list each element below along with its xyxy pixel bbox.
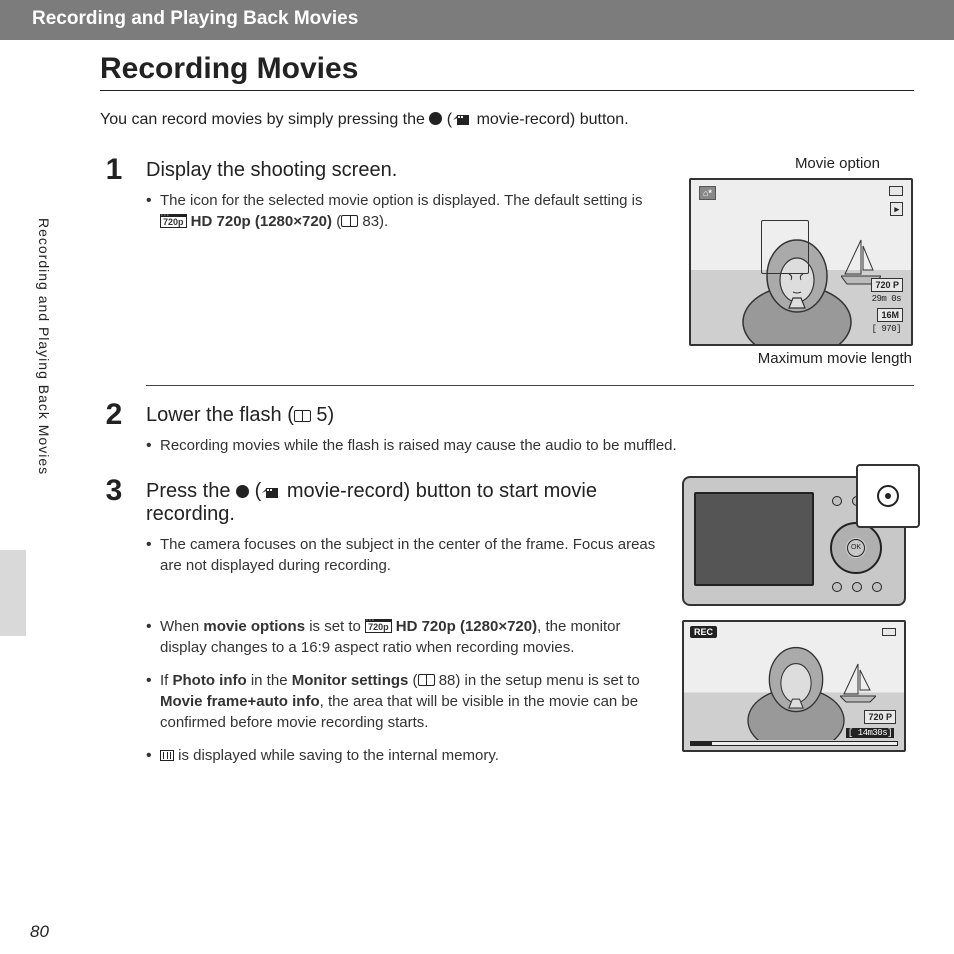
sailboat-illustration [840, 660, 876, 704]
movie-camera-icon [261, 486, 281, 500]
scene-mode-icon: ⌂* [699, 186, 716, 200]
step-number: 3 [100, 476, 128, 506]
battery-icon [889, 186, 903, 196]
step-heading: Display the shooting screen. [146, 159, 671, 182]
16m-indicator: 16M [877, 308, 903, 322]
small-button [832, 582, 842, 592]
movie-camera-icon [452, 113, 472, 127]
step-2: 2 Lower the flash ( 5) Recording movies … [100, 400, 914, 468]
page-title: Recording Movies [100, 52, 914, 86]
step2-bullet: Recording movies while the flash is rais… [146, 435, 914, 456]
record-button-icon [877, 485, 899, 507]
step3-bullet-b: When movie options is set to ···720p HD … [146, 616, 664, 658]
record-dot-icon [236, 485, 249, 498]
manual-page-icon [418, 674, 435, 686]
step3-bullet-c: If Photo info in the Monitor settings ( … [146, 670, 664, 733]
720p-indicator: 720 P [871, 278, 903, 292]
lcd-preview: ▸ 720 P 29m 0s 16M [ 970] ⌂* [689, 178, 913, 346]
side-section-label: Recording and Playing Back Movies [36, 218, 52, 475]
camera-back-illustration: OK [682, 476, 906, 606]
title-rule [100, 90, 914, 91]
step-heading: Lower the flash ( 5) [146, 404, 914, 427]
internal-memory-icon [160, 750, 174, 761]
intro-text: You can record movies by simply pressing… [100, 111, 914, 129]
step-number: 1 [100, 155, 128, 185]
person-illustration [738, 644, 854, 740]
camera-lcd [694, 492, 814, 586]
ok-button: OK [847, 539, 865, 557]
720p-indicator: 720 P [864, 710, 896, 724]
step-3: 3 Press the ( movie-record) button to st… [100, 476, 914, 778]
rec-indicator: REC [690, 626, 717, 638]
small-button [832, 496, 842, 506]
lcd-recording: REC 720 P [ 14m30s] [682, 620, 906, 752]
battery-icon [882, 628, 896, 636]
record-button-callout [856, 464, 920, 528]
progress-bar [690, 741, 898, 746]
720p-badge-icon: ···720p [365, 619, 392, 634]
mode-icon: ▸ [890, 202, 903, 216]
small-button [872, 582, 882, 592]
shots-remaining: [ 970] [872, 324, 901, 334]
dpad: OK [830, 522, 882, 574]
step1-bullet: The icon for the selected movie option i… [146, 190, 671, 232]
rec-time-remaining: [ 14m30s] [846, 728, 894, 738]
step-separator [146, 385, 914, 386]
section-header: Recording and Playing Back Movies [0, 0, 954, 40]
step3-bullet-d: is displayed while saving to the interna… [146, 745, 664, 766]
movie-time-remaining: 29m 0s [872, 294, 901, 304]
manual-page-icon [294, 410, 311, 422]
manual-page-icon [341, 215, 358, 227]
step3-bullet-a: The camera focuses on the subject in the… [146, 534, 664, 576]
side-thumb-tab [0, 550, 26, 636]
face-detect-box [761, 220, 809, 274]
movie-option-caption: Movie option [689, 155, 914, 172]
record-dot-icon [429, 112, 442, 125]
page-number: 80 [30, 922, 49, 942]
720p-badge-icon: ···720p [160, 214, 187, 229]
small-button [852, 582, 862, 592]
step-heading: Press the ( movie-record) button to star… [146, 480, 664, 526]
step-number: 2 [100, 400, 128, 430]
max-length-caption: Maximum movie length [689, 350, 914, 367]
step-1: 1 Display the shooting screen. The icon … [100, 155, 914, 367]
